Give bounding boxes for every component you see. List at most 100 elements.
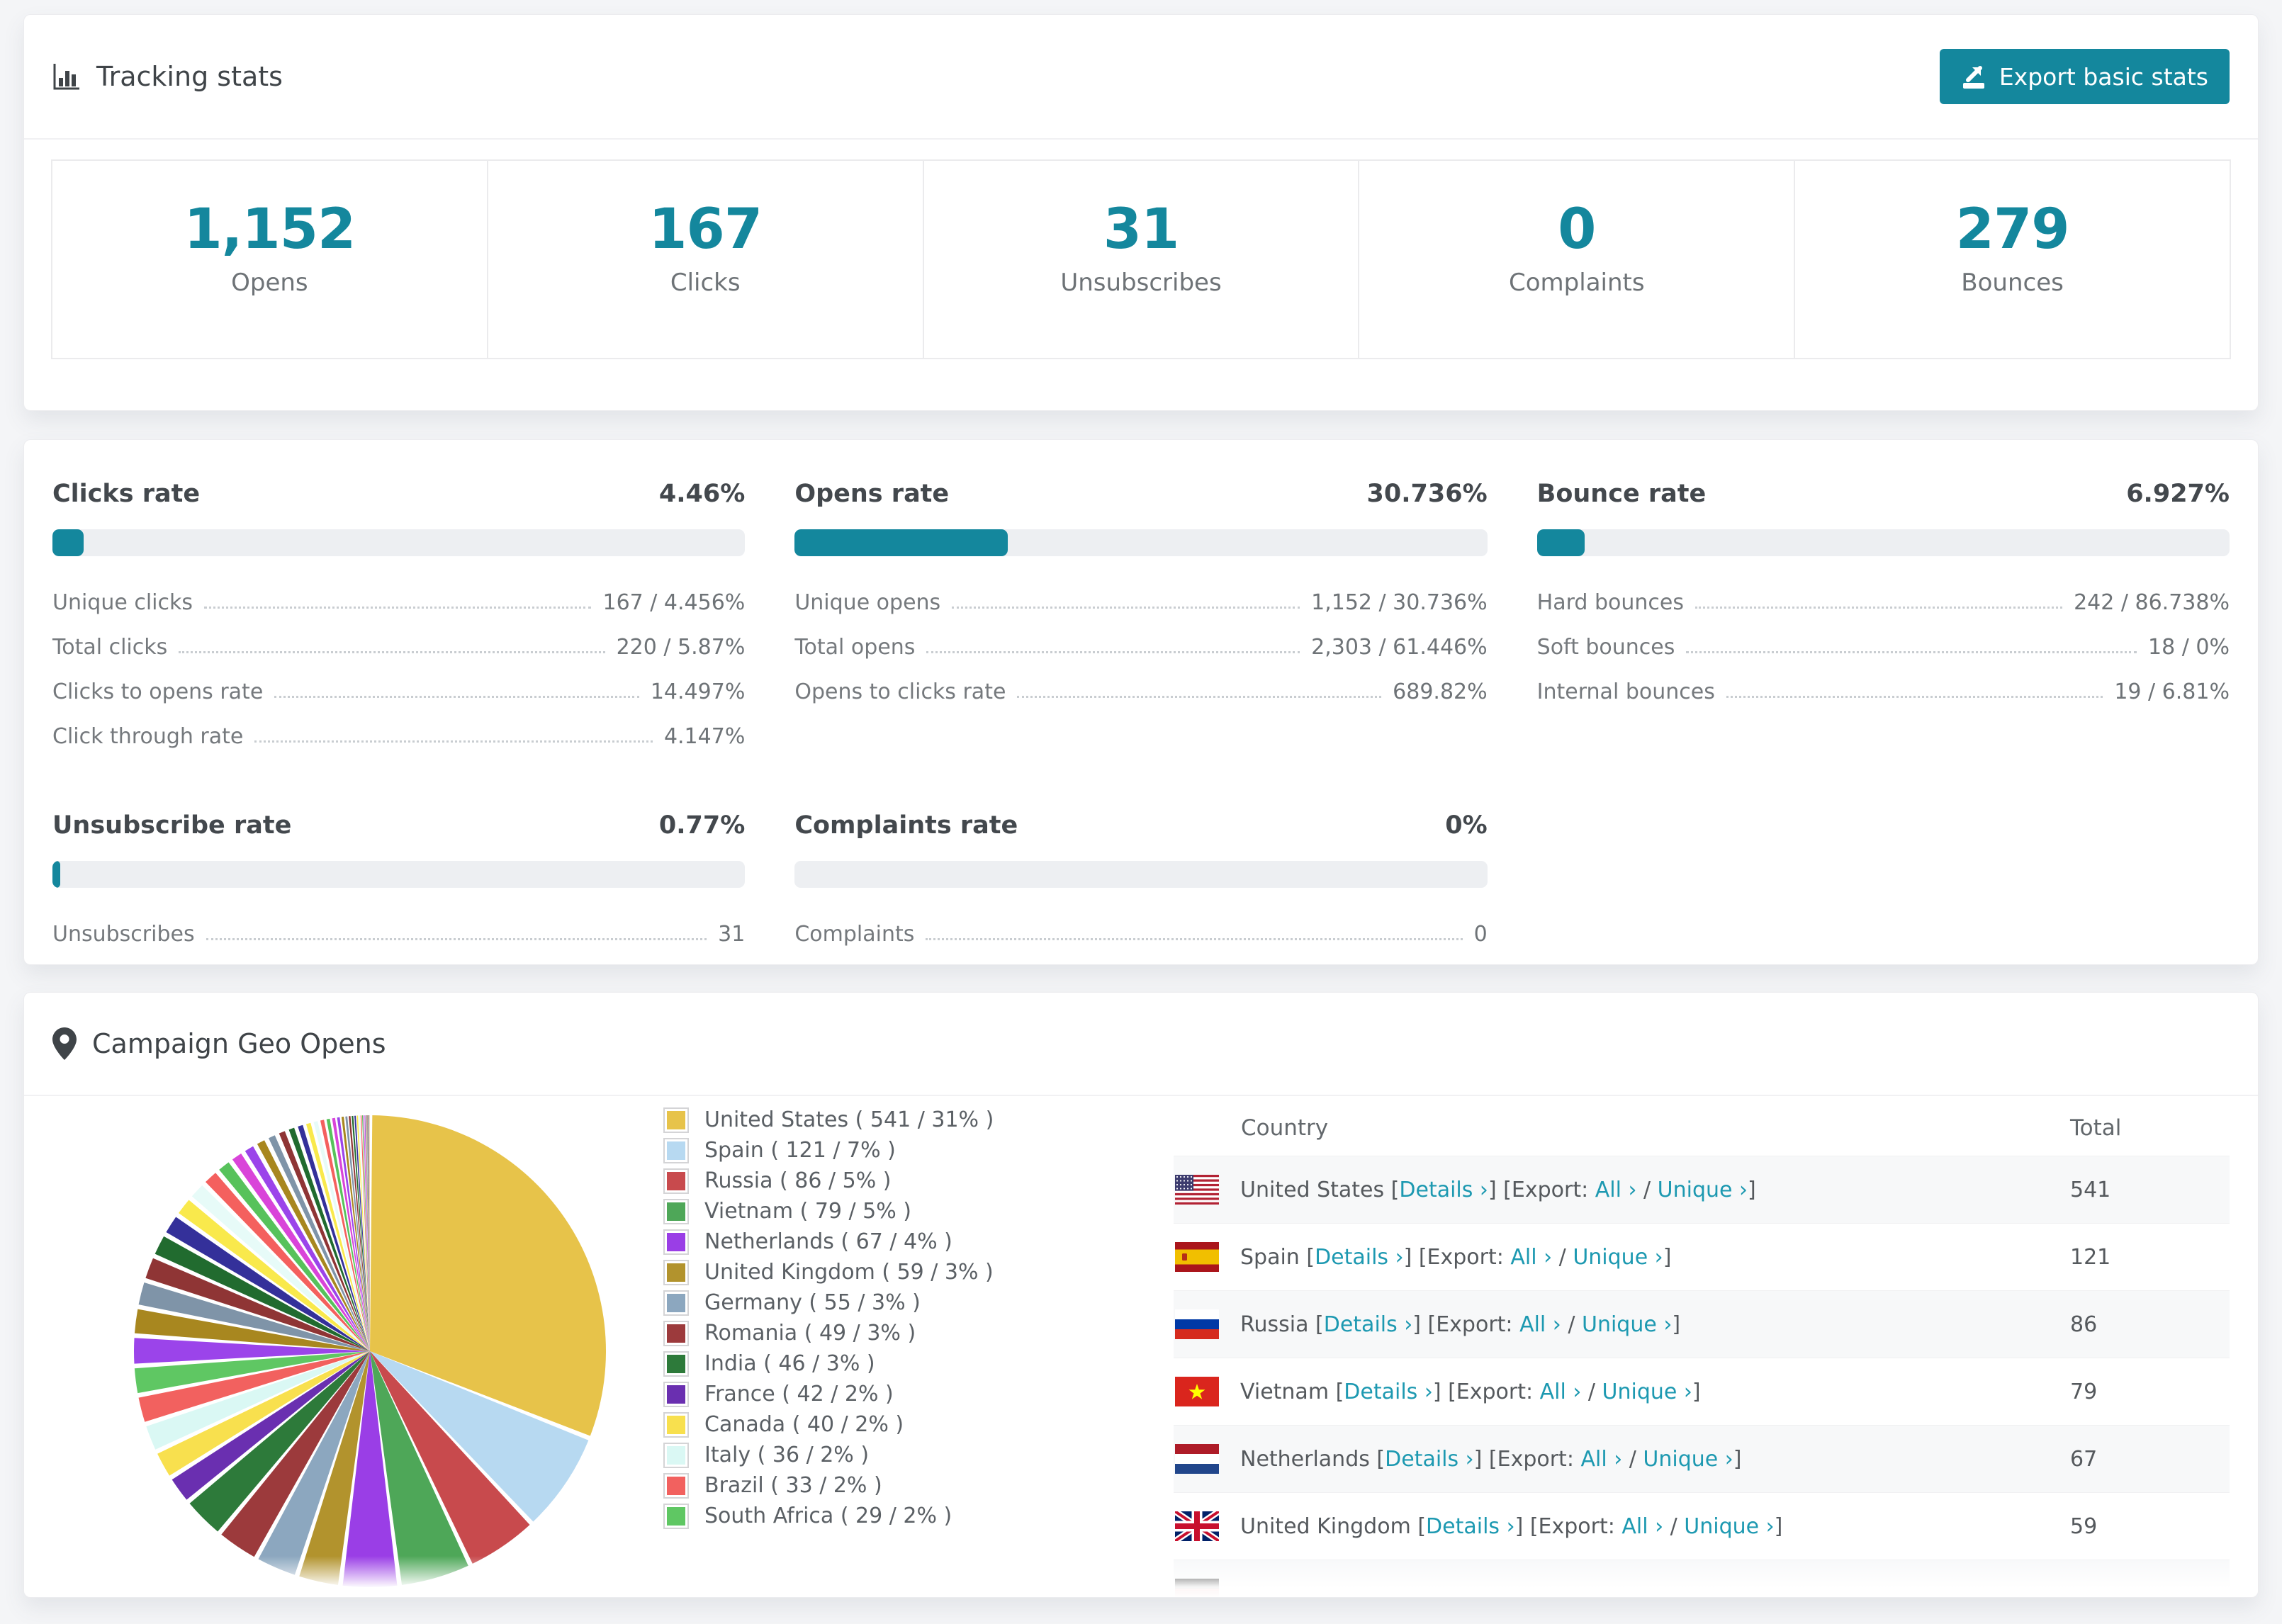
export-unique-link[interactable]: Unique › bbox=[1582, 1312, 1672, 1337]
rate-rows: Unsubscribes 31 bbox=[52, 912, 745, 957]
legend-label: Brazil ( 33 / 2% ) bbox=[704, 1473, 882, 1498]
bar-chart-icon bbox=[53, 64, 79, 90]
stat-complaints: 0 Complaints bbox=[1359, 161, 1796, 358]
export-all-link[interactable]: All › bbox=[1519, 1312, 1561, 1337]
rate-stat-value: 242 / 86.738% bbox=[2074, 590, 2230, 615]
legend-swatch bbox=[663, 1350, 689, 1377]
dotted-leader bbox=[1695, 607, 2063, 609]
legend-item-russia[interactable]: Russia ( 86 / 5% ) bbox=[663, 1166, 994, 1196]
export-all-link[interactable]: All › bbox=[1580, 1447, 1622, 1472]
legend-swatch bbox=[663, 1320, 689, 1346]
geo-row-total: 67 bbox=[2070, 1446, 2098, 1472]
rate-title: Unsubscribe rate bbox=[52, 811, 292, 840]
column-header-country: Country bbox=[1241, 1115, 1329, 1141]
geo-table-row: Netherlands [Details ›] [Export: All › /… bbox=[1174, 1425, 2230, 1492]
export-unique-link[interactable]: Unique › bbox=[1643, 1447, 1733, 1472]
rate-title-row: Clicks rate 4.46% bbox=[52, 480, 745, 508]
rate-stat-label: Unique opens bbox=[794, 590, 941, 615]
legend-swatch bbox=[663, 1442, 689, 1468]
rate-stat-value: 1,152 / 30.736% bbox=[1311, 590, 1488, 615]
details-link[interactable]: Details › bbox=[1315, 1245, 1404, 1270]
legend-item-netherlands[interactable]: Netherlands ( 67 / 4% ) bbox=[663, 1227, 994, 1257]
export-all-link[interactable]: All › bbox=[1621, 1514, 1663, 1539]
legend-label: Germany ( 55 / 3% ) bbox=[704, 1290, 921, 1315]
export-unique-link[interactable]: Unique › bbox=[1658, 1178, 1748, 1202]
legend-item-united-states[interactable]: United States ( 541 / 31% ) bbox=[663, 1105, 994, 1135]
legend-item-canada[interactable]: Canada ( 40 / 2% ) bbox=[663, 1409, 994, 1440]
flag-ru bbox=[1175, 1309, 1219, 1339]
rate-progress-track bbox=[794, 529, 1488, 556]
rate-stat-label: Unsubscribes bbox=[52, 922, 195, 947]
tracking-stats-header: Tracking stats Export basic stats bbox=[24, 15, 2258, 140]
stat-bounces: 279 Bounces bbox=[1795, 161, 2230, 358]
legend-item-romania[interactable]: Romania ( 49 / 3% ) bbox=[663, 1318, 994, 1348]
rate-stat-label: Internal bounces bbox=[1536, 680, 1715, 704]
geo-country-table: Country Total United States [Details ›] … bbox=[1174, 1100, 2230, 1597]
tracking-stats-title: Tracking stats bbox=[52, 61, 283, 92]
rate-progress-track bbox=[1536, 529, 2230, 556]
rate-title: Opens rate bbox=[794, 480, 950, 508]
export-unique-link[interactable]: Unique › bbox=[1573, 1245, 1663, 1270]
stat-label: Bounces bbox=[1961, 269, 2064, 297]
geo-pie-chart bbox=[129, 1110, 611, 1592]
geo-table-row: Russia [Details ›] [Export: All › / Uniq… bbox=[1174, 1290, 2230, 1358]
flag-gb bbox=[1175, 1511, 1219, 1541]
legend-item-south-africa[interactable]: South Africa ( 29 / 2% ) bbox=[663, 1501, 994, 1531]
geo-row-total: 121 bbox=[2070, 1244, 2111, 1270]
dotted-leader bbox=[926, 651, 1300, 653]
details-link[interactable]: Details › bbox=[1399, 1178, 1488, 1202]
rate-stat-label: Complaints bbox=[794, 922, 915, 947]
stat-label: Unsubscribes bbox=[1060, 269, 1222, 297]
legend-label: South Africa ( 29 / 2% ) bbox=[704, 1504, 952, 1528]
geo-row-links: Vietnam [Details ›] [Export: All › / Uni… bbox=[1240, 1379, 1701, 1404]
geo-row-total: 59 bbox=[2070, 1513, 2098, 1539]
column-header-total: Total bbox=[2070, 1115, 2122, 1141]
geo-row-total: 86 bbox=[2070, 1312, 2098, 1337]
rate-stat-value: 19 / 6.81% bbox=[2114, 680, 2230, 704]
rate-progress-track bbox=[52, 529, 746, 556]
rate-stat-value: 31 bbox=[718, 922, 746, 947]
tracking-stats-title-text: Tracking stats bbox=[96, 61, 283, 92]
legend-item-france[interactable]: France ( 42 / 2% ) bbox=[663, 1379, 994, 1409]
rate-rows: Hard bounces 242 / 86.738% Soft bounces 18 … bbox=[1537, 580, 2230, 714]
rate-stat-line: Unsubscribes 31 bbox=[52, 912, 745, 957]
legend-item-italy[interactable]: Italy ( 36 / 2% ) bbox=[663, 1440, 994, 1470]
export-unique-link[interactable]: Unique › bbox=[1602, 1380, 1692, 1404]
geo-table-row bbox=[1174, 1560, 2230, 1597]
rate-rows: Unique opens 1,152 / 30.736% Total opens 2,… bbox=[794, 580, 1487, 714]
legend-item-spain[interactable]: Spain ( 121 / 7% ) bbox=[663, 1135, 994, 1166]
legend-label: India ( 46 / 3% ) bbox=[704, 1351, 875, 1376]
rate-value: 0.77% bbox=[658, 811, 746, 840]
export-all-link[interactable]: All › bbox=[1510, 1245, 1552, 1270]
legend-swatch bbox=[663, 1411, 689, 1438]
details-link[interactable]: Details › bbox=[1344, 1380, 1433, 1404]
legend-item-brazil[interactable]: Brazil ( 33 / 2% ) bbox=[663, 1470, 994, 1501]
legend-item-germany[interactable]: Germany ( 55 / 3% ) bbox=[663, 1287, 994, 1318]
rate-block-unsubscribe-rate: Unsubscribe rate 0.77% Unsubscribes 31 bbox=[52, 811, 746, 957]
geo-row-links: United Kingdom [Details ›] [Export: All … bbox=[1240, 1513, 1783, 1539]
legend-item-india[interactable]: India ( 46 / 3% ) bbox=[663, 1348, 994, 1379]
rate-stat-line: Internal bounces 19 / 6.81% bbox=[1537, 670, 2230, 714]
rate-stat-value: 0 bbox=[1473, 922, 1488, 947]
rate-value: 4.46% bbox=[658, 480, 746, 508]
rate-title-row: Opens rate 30.736% bbox=[794, 480, 1487, 508]
legend-item-vietnam[interactable]: Vietnam ( 79 / 5% ) bbox=[663, 1196, 994, 1227]
export-unique-link[interactable]: Unique › bbox=[1684, 1514, 1774, 1539]
geo-table-row: United Kingdom [Details ›] [Export: All … bbox=[1174, 1492, 2230, 1560]
details-link[interactable]: Details › bbox=[1324, 1312, 1413, 1337]
legend-item-united-kingdom[interactable]: United Kingdom ( 59 / 3% ) bbox=[663, 1257, 994, 1287]
legend-label: Romania ( 49 / 3% ) bbox=[704, 1321, 916, 1346]
rate-stat-line: Complaints 0 bbox=[794, 912, 1487, 957]
details-link[interactable]: Details › bbox=[1385, 1447, 1474, 1472]
export-basic-stats-button[interactable]: Export basic stats bbox=[1939, 49, 2230, 104]
rate-title-row: Complaints rate 0% bbox=[794, 811, 1487, 840]
export-all-link[interactable]: All › bbox=[1540, 1380, 1582, 1404]
rates-card: Clicks rate 4.46% Unique clicks 167 / 4.456… bbox=[23, 439, 2259, 965]
details-link[interactable]: Details › bbox=[1426, 1514, 1515, 1539]
export-all-link[interactable]: All › bbox=[1595, 1178, 1637, 1202]
export-icon bbox=[1962, 66, 1984, 89]
summary-stats-row: 1,152 Opens 167 Clicks 31 Unsubscribes 0 Compla… bbox=[51, 159, 2231, 359]
legend-swatch bbox=[663, 1472, 689, 1499]
rate-stat-line: Total clicks 220 / 5.87% bbox=[52, 625, 745, 670]
pie-slice-other[interactable] bbox=[366, 1115, 370, 1351]
